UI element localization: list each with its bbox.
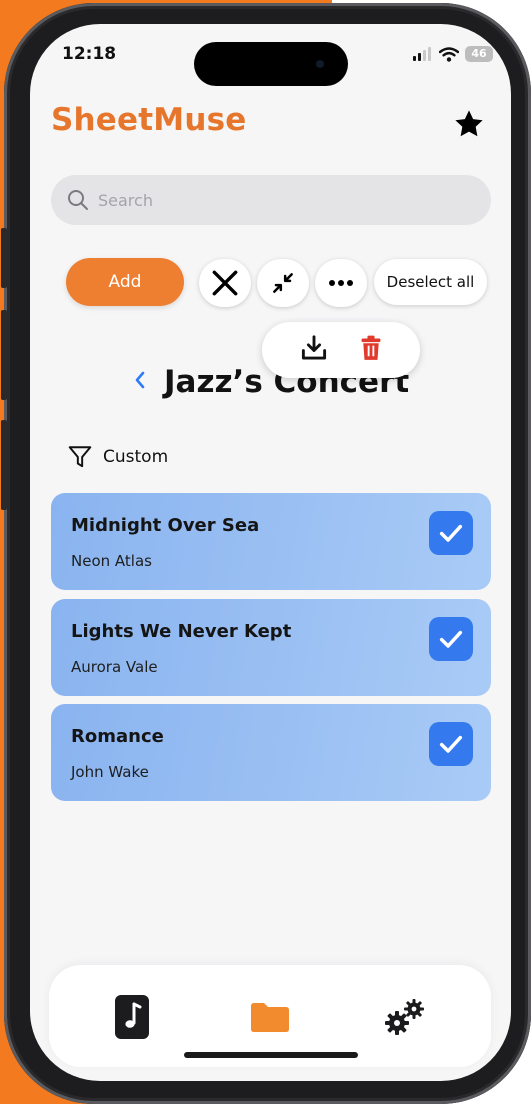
add-button[interactable]: Add — [66, 258, 184, 306]
song-title: Romance — [71, 726, 164, 747]
deselect-all-button[interactable]: Deselect all — [374, 259, 487, 305]
selection-checkbox[interactable] — [429, 511, 473, 555]
tab-library[interactable] — [109, 994, 155, 1040]
song-title: Lights We Never Kept — [71, 621, 292, 642]
more-icon — [329, 280, 353, 286]
filter-control[interactable]: Custom — [67, 444, 168, 470]
star-icon — [455, 110, 483, 137]
trash-icon — [361, 335, 381, 360]
phone-side-button — [1, 310, 7, 400]
song-title: Midnight Over Sea — [71, 515, 260, 536]
collapse-icon — [273, 273, 293, 293]
favorite-button[interactable] — [453, 108, 485, 140]
checkmark-icon — [439, 735, 463, 753]
battery-icon: 46 — [465, 46, 493, 62]
collapse-button[interactable] — [257, 259, 309, 307]
checkmark-icon — [439, 630, 463, 648]
song-item[interactable]: Lights We Never Kept Aurora Vale — [51, 599, 491, 696]
status-icons: 46 — [413, 46, 493, 62]
download-icon — [301, 335, 327, 360]
selection-actions-menu — [262, 322, 420, 378]
tab-settings[interactable] — [383, 994, 429, 1040]
wifi-icon — [439, 46, 459, 62]
back-button[interactable] — [134, 370, 146, 395]
camera-dot — [316, 60, 324, 68]
selection-checkbox[interactable] — [429, 722, 473, 766]
search-icon — [68, 190, 88, 210]
search-input[interactable] — [98, 190, 428, 210]
home-indicator — [184, 1052, 358, 1058]
delete-button[interactable] — [359, 335, 383, 365]
tab-folders[interactable] — [247, 994, 293, 1040]
song-item[interactable]: Midnight Over Sea Neon Atlas — [51, 493, 491, 590]
cellular-signal-icon — [413, 47, 431, 61]
status-time: 12:18 — [62, 44, 117, 64]
song-artist: Aurora Vale — [71, 658, 158, 676]
chevron-left-icon — [135, 371, 145, 388]
song-artist: John Wake — [71, 763, 149, 781]
close-icon — [212, 270, 238, 296]
gears-icon — [385, 999, 424, 1035]
search-bar[interactable] — [51, 175, 491, 225]
download-button[interactable] — [299, 333, 329, 367]
more-button[interactable] — [315, 259, 367, 307]
app-screen: 12:18 46 SheetMuse Add — [30, 24, 511, 1081]
song-artist: Neon Atlas — [71, 552, 152, 570]
selection-checkbox[interactable] — [429, 617, 473, 661]
dynamic-island — [194, 42, 348, 86]
phone-side-button — [1, 228, 7, 288]
folder-icon — [251, 1003, 289, 1032]
app-title: SheetMuse — [51, 102, 247, 138]
phone-side-button — [1, 420, 7, 510]
filter-icon — [68, 446, 92, 468]
checkmark-icon — [439, 524, 463, 542]
filter-label: Custom — [103, 447, 169, 467]
music-note-icon — [115, 995, 149, 1039]
close-selection-button[interactable] — [199, 259, 251, 307]
song-item[interactable]: Romance John Wake — [51, 704, 491, 801]
